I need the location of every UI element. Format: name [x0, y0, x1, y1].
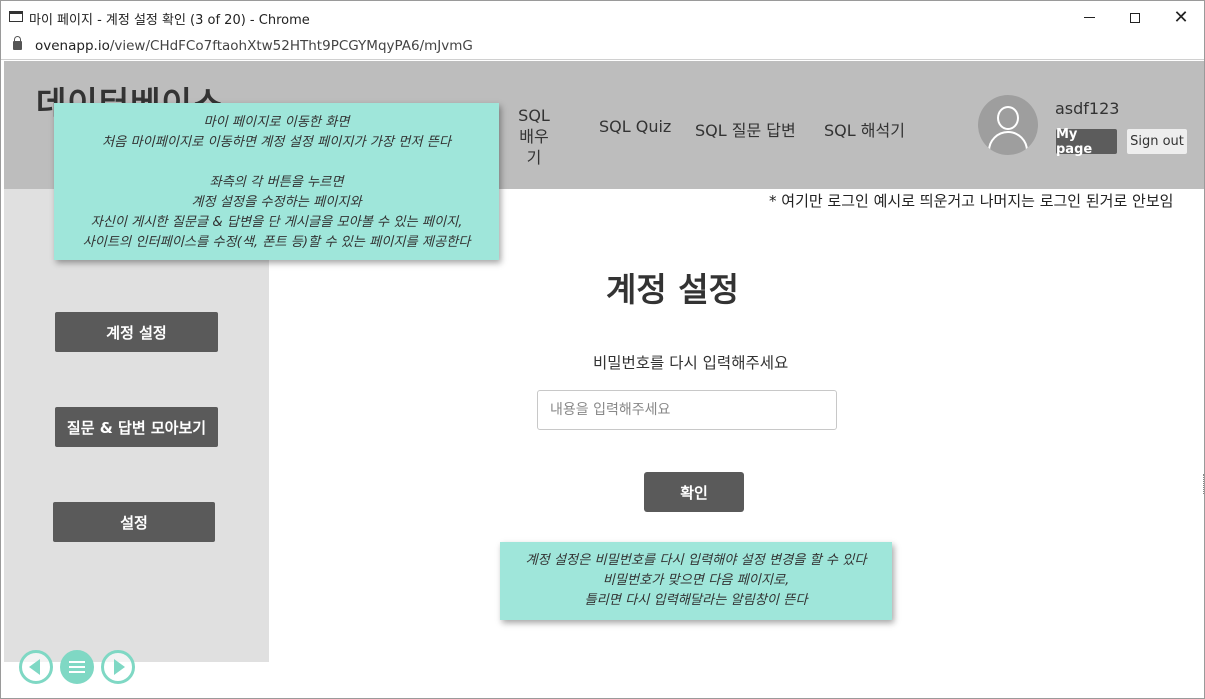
confirm-button[interactable]: 확인	[644, 472, 744, 512]
sidebar-collect-qa-button[interactable]: 질문 & 답변 모아보기	[55, 407, 218, 447]
lock-icon	[13, 36, 22, 50]
signout-button[interactable]: Sign out	[1127, 129, 1187, 154]
minimize-icon	[1083, 17, 1095, 18]
close-icon: ✕	[1173, 6, 1189, 28]
note-line: 계정 설정은 비밀번호를 다시 입력해야 설정 변경을 할 수 있다	[525, 553, 867, 568]
window-title: 마이 페이지 - 계정 설정 확인 (3 of 20) - Chrome	[29, 13, 310, 28]
prev-page-button[interactable]	[19, 650, 53, 684]
note-line: 틀리면 다시 입력해달라는 알림창이 뜬다	[584, 593, 808, 608]
nav-learn-sql-line2: 배우기	[519, 127, 549, 167]
browser-window: 마이 페이지 - 계정 설정 확인 (3 of 20) - Chrome ✕ o…	[0, 0, 1205, 699]
sidebar-settings-button[interactable]: 설정	[53, 502, 215, 542]
note-line: 마이 페이지로 이동한 화면	[203, 115, 350, 130]
annotation-note-bottom: 계정 설정은 비밀번호를 다시 입력해야 설정 변경을 할 수 있다 비밀번호가…	[500, 542, 892, 620]
next-page-button[interactable]	[101, 650, 135, 684]
page-title: 계정 설정	[606, 270, 739, 309]
note-line: 좌측의 각 버튼을 누르면	[209, 175, 344, 190]
note-line: 자신이 게시한 질문글 & 답변을 단 게시글을 모아볼 수 있는 페이지,	[90, 215, 463, 230]
nav-sql-qa[interactable]: SQL 질문 답변	[695, 117, 796, 141]
arrow-left-icon	[29, 659, 40, 675]
window-icon	[9, 11, 23, 22]
user-avatar-icon[interactable]	[978, 95, 1038, 155]
note-line: 사이트의 인터페이스를 수정(색, 폰트 등)할 수 있는 페이지를 제공한다	[82, 235, 471, 250]
note-line: 처음 마이페이지로 이동하면 계정 설정 페이지가 가장 먼저 뜬다	[102, 135, 451, 150]
maximize-button[interactable]	[1112, 1, 1158, 34]
annotation-note-top: 마이 페이지로 이동한 화면 처음 마이페이지로 이동하면 계정 설정 페이지가…	[54, 103, 499, 260]
url-host: ovenapp.io	[35, 38, 110, 54]
close-button[interactable]: ✕	[1158, 1, 1204, 34]
arrow-right-icon	[114, 659, 125, 675]
login-note: * 여기만 로그인 예시로 띄운거고 나머지는 로그인 된거로 안보임	[769, 192, 1174, 210]
nav-learn-sql[interactable]: SQL 배우기	[512, 105, 556, 168]
title-bar: 마이 페이지 - 계정 설정 확인 (3 of 20) - Chrome ✕	[1, 1, 1204, 34]
nav-learn-sql-line1: SQL	[518, 106, 550, 125]
note-line: 계정 설정을 수정하는 페이지와	[191, 195, 362, 210]
menu-button[interactable]	[60, 650, 94, 684]
url-path: /view/CHdFCo7ftaohXtw52HTht9PCGYMqyPA6/m…	[109, 38, 473, 54]
mypage-button[interactable]: My page	[1056, 127, 1117, 157]
password-prompt: 비밀번호를 다시 입력해주세요	[593, 354, 789, 372]
maximize-icon	[1130, 12, 1140, 23]
password-input[interactable]	[537, 390, 837, 430]
url-text[interactable]: ovenapp.io/view/CHdFCo7ftaohXtw52HTht9PC…	[35, 38, 473, 54]
note-line: 비밀번호가 맞으면 다음 페이지로,	[602, 573, 790, 588]
sidebar-account-settings-button[interactable]: 계정 설정	[55, 312, 218, 352]
hamburger-menu-icon	[69, 661, 85, 673]
username: asdf123	[1055, 99, 1120, 118]
minimize-button[interactable]	[1066, 1, 1112, 34]
nav-sql-quiz[interactable]: SQL Quiz	[599, 117, 671, 136]
address-bar[interactable]: ovenapp.io/view/CHdFCo7ftaohXtw52HTht9PC…	[1, 34, 1204, 60]
nav-sql-interpreter[interactable]: SQL 해석기	[824, 117, 905, 141]
